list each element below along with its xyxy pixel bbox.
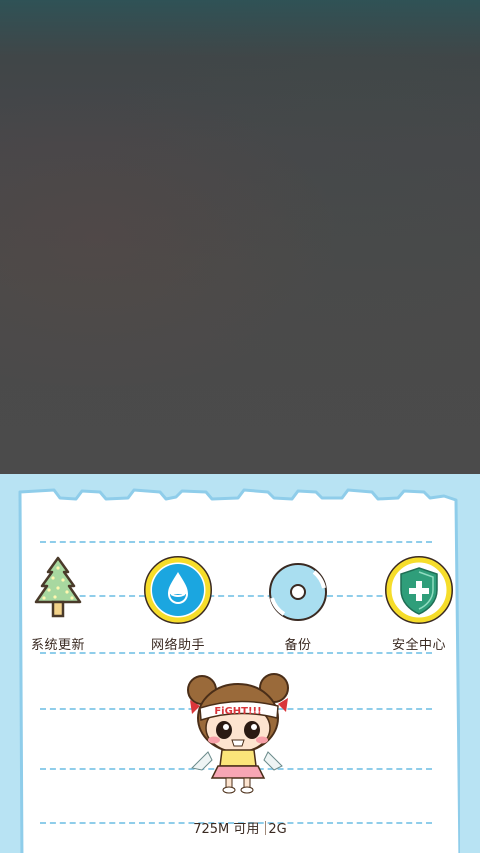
headband-text: FiGHT!!!	[214, 706, 261, 717]
app-system-update[interactable]: 系统更新	[10, 554, 106, 653]
widget-panel: 系统更新 网络助手 备份 安全中心 FiGHT!!! 725M 可用 2G	[0, 474, 480, 853]
tree-icon	[22, 554, 94, 626]
water-drop-icon	[142, 554, 214, 626]
memory-status: 725M 可用 2G	[0, 818, 480, 837]
ruled-line	[40, 541, 432, 543]
disc-icon	[262, 554, 334, 626]
app-label: 网络助手	[150, 638, 205, 653]
memory-available: 725M 可用	[193, 822, 260, 837]
divider	[265, 821, 267, 835]
app-network-assistant[interactable]: 网络助手	[130, 554, 226, 653]
app-backup[interactable]: 备份	[250, 554, 346, 653]
app-label: 系统更新	[30, 638, 85, 653]
fight-girl-mascot[interactable]: FiGHT!!!	[182, 670, 292, 794]
app-label: 安全中心	[391, 638, 446, 653]
memory-total: 2G	[268, 822, 287, 837]
shield-plus-icon	[383, 554, 455, 626]
home-screen: 系统更新 网络助手 备份 安全中心 FiGHT!!! 725M 可用 2G	[0, 0, 480, 853]
app-label: 备份	[284, 638, 312, 653]
app-security-center[interactable]: 安全中心	[371, 554, 467, 653]
wallpaper	[0, 0, 480, 476]
